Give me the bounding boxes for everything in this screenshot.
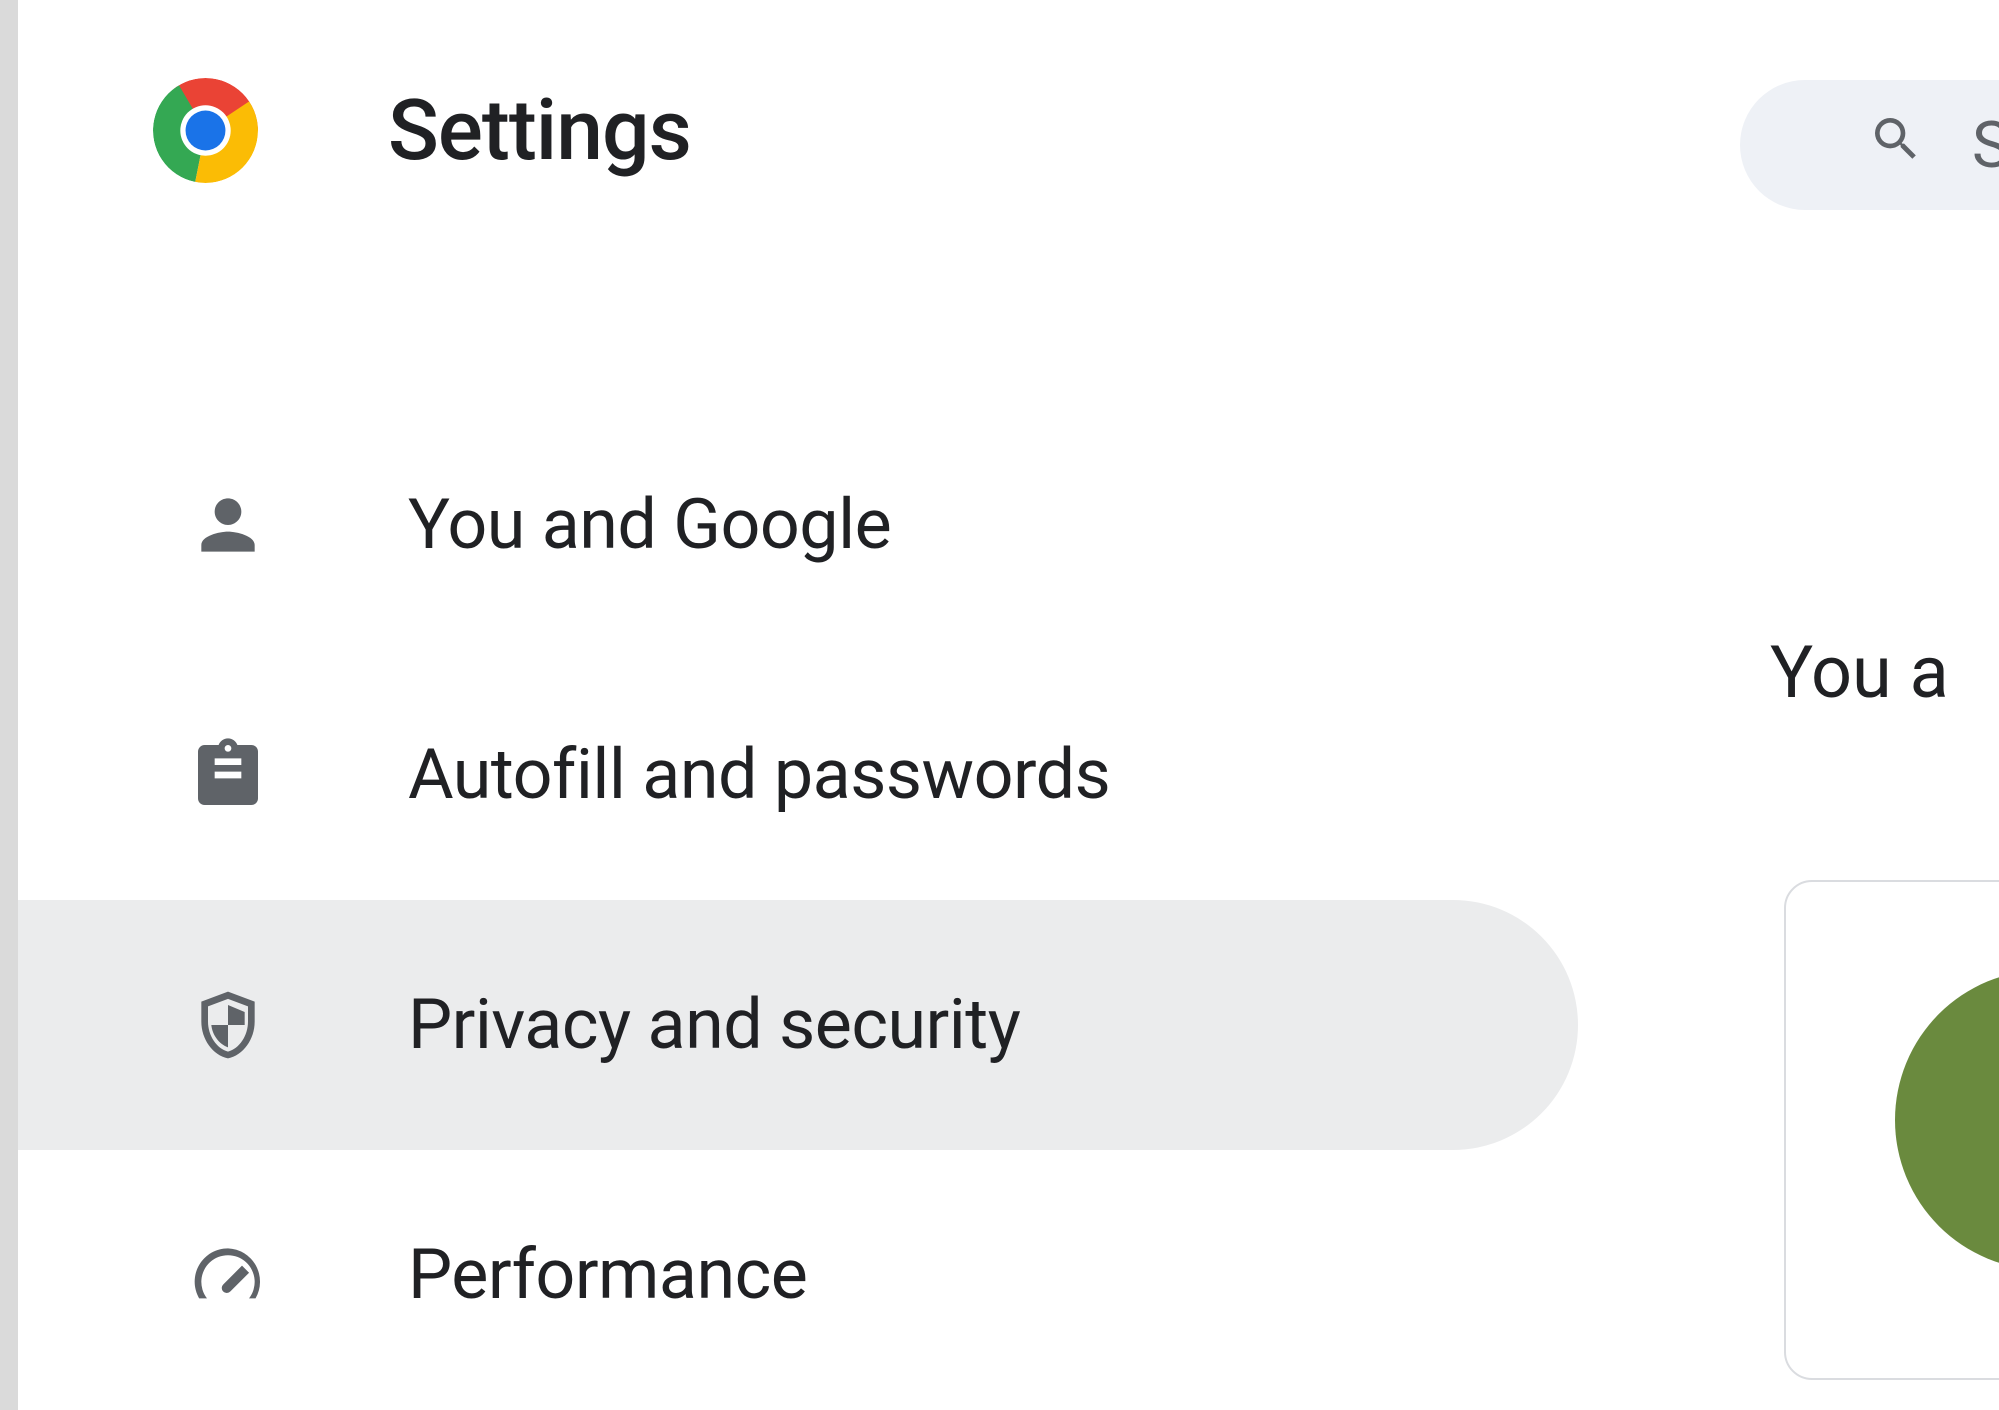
clipboard-icon [188, 735, 268, 815]
window-left-border [0, 0, 18, 1410]
chrome-logo-icon [153, 78, 258, 183]
sidebar-item-autofill-passwords[interactable]: Autofill and passwords [18, 650, 1578, 900]
sidebar-item-label: You and Google [408, 484, 891, 566]
search-input[interactable]: S [1740, 80, 1999, 210]
page-title: Settings [388, 81, 691, 180]
settings-header: Settings [18, 0, 1999, 260]
person-icon [188, 485, 268, 565]
sidebar-item-performance[interactable]: Performance [18, 1150, 1578, 1400]
sidebar-item-label: Privacy and security [408, 984, 1020, 1066]
sidebar-item-label: Autofill and passwords [408, 734, 1110, 816]
sidebar-item-you-and-google[interactable]: You and Google [18, 400, 1578, 650]
search-icon [1868, 108, 1924, 183]
shield-icon [188, 985, 268, 1065]
sidebar-item-privacy-security[interactable]: Privacy and security [18, 900, 1578, 1150]
gauge-icon [188, 1235, 268, 1315]
main-section-title-partial: You a [1770, 630, 1949, 715]
search-placeholder-partial: S [1972, 108, 1999, 183]
sidebar-item-label: Performance [408, 1234, 807, 1316]
settings-sidebar: You and Google Autofill and passwords Pr… [18, 400, 1578, 1400]
